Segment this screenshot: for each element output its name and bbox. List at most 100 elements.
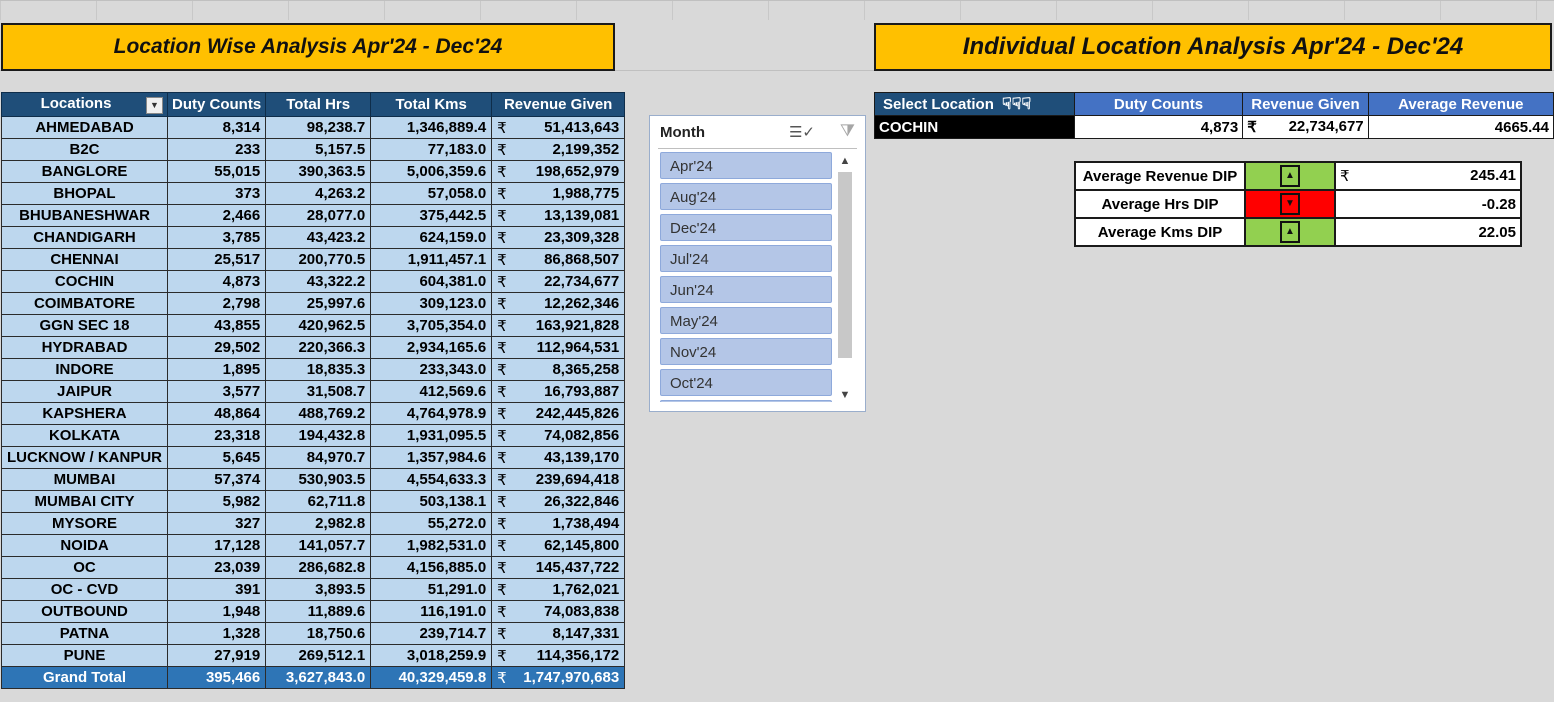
duty-counts-cell: 27,919: [166, 644, 267, 667]
slicer-item[interactable]: Jul'24: [660, 245, 832, 272]
revenue-cell: ₹74,083,838: [491, 600, 626, 623]
slicer-scrollbar[interactable]: ▲ ▼: [835, 152, 855, 404]
location-cell: GGN SEC 18: [1, 314, 168, 337]
table-row: HYDRABAD 29,502 220,366.3 2,934,165.6 ₹112,9…: [1, 336, 626, 359]
duty-counts-cell: 5,982: [166, 490, 267, 513]
slicer-item[interactable]: Jun'24: [660, 276, 832, 303]
total-hrs-cell: 3,893.5: [265, 578, 372, 601]
currency-symbol: ₹: [497, 185, 507, 203]
table-row: CHANDIGARH 3,785 43,423.2 624,159.0 ₹23,309,…: [1, 226, 626, 249]
currency-symbol: ₹: [497, 163, 507, 181]
currency-symbol: ₹: [497, 471, 507, 489]
total-kms-cell: 40,329,459.8: [370, 666, 493, 689]
average-revenue-header: Average Revenue: [1367, 92, 1554, 116]
scroll-down-icon[interactable]: ▼: [835, 386, 855, 404]
duty-counts-cell: 29,502: [166, 336, 267, 359]
dip-label: Average Revenue DIP: [1074, 161, 1246, 191]
individual-value-row: COCHIN 4,873 ₹ 22,734,677 4665.44: [874, 115, 1554, 139]
dip-value: -0.28: [1334, 189, 1522, 219]
selected-location-cell[interactable]: COCHIN: [874, 115, 1075, 139]
currency-symbol: ₹: [497, 405, 507, 423]
location-cell: OC: [1, 556, 168, 579]
total-hrs-cell: 4,263.2: [265, 182, 372, 205]
revenue-amount: 26,322,846: [544, 492, 620, 510]
total-kms-cell: 4,156,885.0: [370, 556, 493, 579]
month-slicer[interactable]: Month ☰✓ ⧩ Apr'24 Aug'24 Dec'24 Jul'24 Jun'2…: [649, 115, 866, 412]
currency-symbol: ₹: [497, 625, 507, 643]
location-pivot-table: Locations ▼ Duty Counts Total Hrs Total …: [1, 92, 626, 689]
slicer-item[interactable]: Oct'24: [660, 369, 832, 396]
total-kms-cell: 604,381.0: [370, 270, 493, 293]
total-hrs-cell: 43,423.2: [265, 226, 372, 249]
location-cell: KOLKATA: [1, 424, 168, 447]
total-hrs-cell: 488,769.2: [265, 402, 372, 425]
duty-counts-cell: 55,015: [166, 160, 267, 183]
total-hrs-cell: 220,366.3: [265, 336, 372, 359]
duty-counts-cell: 233: [166, 138, 267, 161]
currency-symbol: ₹: [497, 207, 507, 225]
duty-counts-cell: 1,328: [166, 622, 267, 645]
currency-symbol: ₹: [497, 449, 507, 467]
table-row: BHUBANESHWAR 2,466 28,077.0 375,442.5 ₹13,13…: [1, 204, 626, 227]
revenue-cell: ₹16,793,887: [491, 380, 626, 403]
table-row: B2C 233 5,157.5 77,183.0 ₹2,199,352: [1, 138, 626, 161]
duty-counts-cell: 23,318: [166, 424, 267, 447]
total-hrs-cell: 286,682.8: [265, 556, 372, 579]
duty-counts-cell: 8,314: [166, 116, 267, 139]
total-kms-cell: 1,346,889.4: [370, 116, 493, 139]
revenue-amount: 1,747,970,683: [523, 668, 620, 686]
revenue-cell: ₹2,199,352: [491, 138, 626, 161]
total-hrs-cell: 3,627,843.0: [265, 666, 372, 689]
currency-symbol: ₹: [1247, 119, 1257, 136]
location-wise-title: Location Wise Analysis Apr'24 - Dec'24: [1, 23, 615, 71]
locations-header[interactable]: Locations ▼: [1, 92, 168, 117]
clear-filter-icon[interactable]: ⧩: [840, 121, 855, 141]
revenue-cell: ₹239,694,418: [491, 468, 626, 491]
revenue-cell: ₹62,145,800: [491, 534, 626, 557]
location-cell: BHUBANESHWAR: [1, 204, 168, 227]
revenue-given-value: ₹ 22,734,677: [1242, 115, 1369, 139]
total-hrs-cell: 28,077.0: [265, 204, 372, 227]
revenue-amount: 86,868,507: [544, 250, 620, 268]
slicer-item[interactable]: Aug'24: [660, 183, 832, 210]
revenue-amount: 74,082,856: [544, 426, 620, 444]
revenue-cell: ₹43,139,170: [491, 446, 626, 469]
currency-symbol: ₹: [497, 317, 507, 335]
table-row: PATNA 1,328 18,750.6 239,714.7 ₹8,147,331: [1, 622, 626, 645]
multi-select-icon[interactable]: ☰✓: [789, 123, 815, 141]
currency-symbol: ₹: [497, 559, 507, 577]
total-kms-cell: 4,554,633.3: [370, 468, 493, 491]
duty-counts-cell: 2,798: [166, 292, 267, 315]
duty-counts-cell: 395,466: [166, 666, 267, 689]
location-cell: OC - CVD: [1, 578, 168, 601]
total-kms-cell: 1,931,095.5: [370, 424, 493, 447]
slicer-item[interactable]: Dec'24: [660, 214, 832, 241]
dip-value: 22.05: [1334, 217, 1522, 247]
location-cell: B2C: [1, 138, 168, 161]
slicer-item[interactable]: Apr'24: [660, 152, 832, 179]
duty-counts-header: Duty Counts: [166, 92, 267, 117]
filter-dropdown-icon[interactable]: ▼: [146, 97, 163, 114]
scroll-up-icon[interactable]: ▲: [835, 152, 855, 170]
total-hrs-cell: 194,432.8: [265, 424, 372, 447]
table-row: KOLKATA 23,318 194,432.8 1,931,095.5 ₹74,082…: [1, 424, 626, 447]
total-kms-header: Total Kms: [370, 92, 493, 117]
total-kms-cell: 624,159.0: [370, 226, 493, 249]
slicer-item[interactable]: May'24: [660, 307, 832, 334]
duty-counts-cell: 25,517: [166, 248, 267, 271]
total-kms-cell: 233,343.0: [370, 358, 493, 381]
dip-row: Average Hrs DIP ▼ -0.28: [1074, 189, 1522, 219]
revenue-amount: 2,199,352: [552, 140, 620, 158]
table-row: PUNE 27,919 269,512.1 3,018,259.9 ₹114,356,1…: [1, 644, 626, 667]
revenue-amount: 163,921,828: [535, 316, 620, 334]
scroll-thumb[interactable]: [838, 172, 852, 358]
slicer-item[interactable]: Nov'24: [660, 338, 832, 365]
dip-amount: 245.41: [1470, 167, 1516, 184]
table-row: GGN SEC 18 43,855 420,962.5 3,705,354.0 ₹163…: [1, 314, 626, 337]
slicer-item[interactable]: Sep'24: [660, 400, 832, 402]
total-kms-cell: 1,982,531.0: [370, 534, 493, 557]
total-kms-cell: 57,058.0: [370, 182, 493, 205]
table-row: NOIDA 17,128 141,057.7 1,982,531.0 ₹62,145,8…: [1, 534, 626, 557]
location-cell: MUMBAI: [1, 468, 168, 491]
revenue-amount: 12,262,346: [544, 294, 620, 312]
